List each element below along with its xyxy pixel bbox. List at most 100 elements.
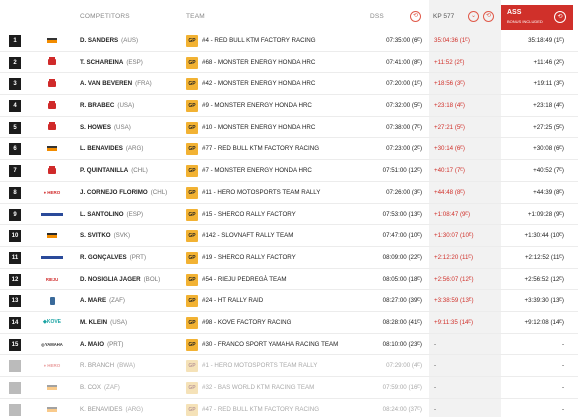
- team-name[interactable]: #7 - MONSTER ENERGY HONDA HRC: [202, 167, 312, 174]
- competitor-name[interactable]: R. GONÇALVES (PRT): [80, 254, 146, 261]
- team-name[interactable]: #19 - SHERCO RALLY FACTORY: [202, 254, 296, 261]
- competitor-name[interactable]: S. HOWES (USA): [80, 124, 131, 131]
- sherco-logo: [40, 251, 64, 264]
- sherco-logo: [40, 208, 64, 221]
- team-name[interactable]: #1 - HERO MOTOSPORTS TEAM RALLY: [202, 362, 317, 369]
- competitor-name-text: R. BRABEC: [80, 102, 115, 110]
- competitor-name[interactable]: T. SCHAREINA (ESP): [80, 59, 143, 66]
- table-row[interactable]: 3 A. VAN BEVEREN (FRA) GP #42 - MONSTER ENER…: [0, 73, 578, 96]
- competitor-name[interactable]: A. VAN BEVEREN (FRA): [80, 80, 152, 87]
- table-row[interactable]: 2 T. SCHAREINA (ESP) GP #68 - MONSTER ENERGY…: [0, 52, 578, 74]
- position-badge: 3: [9, 78, 21, 91]
- category-badge: GP: [186, 208, 198, 221]
- team-name[interactable]: #9 - MONSTER ENERGY HONDA HRC: [202, 102, 312, 109]
- competitor-name-text: S. SVITKO: [80, 232, 111, 240]
- ass-time: +30:08 (6ᴱ): [533, 145, 564, 153]
- hero-logo: ♦ HERO: [43, 189, 61, 195]
- competitor-country: (AUS): [121, 37, 139, 44]
- table-row[interactable]: 1 D. SANDERS (AUS) GP #4 - RED BULL KTM FACT…: [0, 30, 578, 52]
- competitor-name[interactable]: D. SANDERS (AUS): [80, 37, 138, 44]
- competitor-country: (CHL): [150, 188, 168, 196]
- category-badge: GP: [186, 230, 198, 243]
- red-bull-ktm-logo: [40, 381, 64, 394]
- table-row[interactable]: 8 ♦ HERO J. CORNEJO FLORIMO (CHL) GP #11 - HE…: [0, 182, 578, 204]
- table-row[interactable]: 9 L. SANTOLINO (ESP) GP #15 - SHERCO RALLY F…: [0, 204, 578, 226]
- dss-sort-icon[interactable]: ⟲: [410, 11, 421, 22]
- dss-time: 08:09:00 (22ᴱ): [382, 253, 422, 261]
- competitor-name[interactable]: L. BENAVIDES (ARG): [80, 145, 143, 152]
- table-row[interactable]: 14 ◆KOVE M. KLEIN (USA) GP #98 - KOVE FACTORY…: [0, 312, 578, 334]
- competitor-name[interactable]: P. QUINTANILLA (CHL): [80, 167, 148, 174]
- competitor-country: (ZAF): [109, 297, 125, 305]
- kp-time: +9:11:35 (14ᴱ): [434, 318, 474, 326]
- table-row[interactable]: 6 L. BENAVIDES (ARG) GP #77 - RED BULL KTM F…: [0, 138, 578, 161]
- chevron-down-icon[interactable]: ⌄: [468, 11, 479, 22]
- competitor-country: (ZAF): [103, 384, 120, 391]
- table-row[interactable]: 5 S. HOWES (USA) GP #10 - MONSTER ENERGY HON…: [0, 117, 578, 139]
- competitor-name[interactable]: J. CORNEJO FLORIMO (CHL): [80, 189, 167, 196]
- competitor-name[interactable]: B. COX (ZAF): [80, 384, 120, 391]
- competitor-name-text: D. SANDERS: [80, 37, 119, 44]
- category-badge: GP: [186, 143, 198, 156]
- competitor-name[interactable]: R. BRANCH (BWA): [80, 362, 135, 369]
- category-badge: GP: [186, 165, 198, 178]
- competitor-name-text: A. MARE: [80, 297, 107, 305]
- team-name[interactable]: #32 - BAS WORLD KTM RACING TEAM: [202, 384, 314, 391]
- team-name[interactable]: #77 - RED BULL KTM FACTORY RACING: [202, 145, 319, 152]
- team-name[interactable]: #98 - KOVE FACTORY RACING: [202, 319, 291, 326]
- competitor-name[interactable]: L. SANTOLINO (ESP): [80, 211, 143, 218]
- team-name[interactable]: #15 - SHERCO RALLY FACTORY: [202, 211, 296, 218]
- kp-time: +18:56 (3ᴱ): [434, 80, 465, 88]
- kp-sort-icon[interactable]: ⟲: [483, 11, 494, 22]
- kp-time: +44:48 (8ᴱ): [434, 188, 465, 196]
- competitor-name[interactable]: A. MAIO (PRT): [80, 341, 123, 348]
- table-row[interactable]: K. BENAVIDES (ARG) GP #47 - RED BULL KTM FA…: [0, 399, 578, 417]
- team-name[interactable]: #11 - HERO MOTOSPORTS TEAM RALLY: [202, 189, 320, 196]
- team-name[interactable]: #68 - MONSTER ENERGY HONDA HRC: [202, 59, 315, 66]
- table-row[interactable]: 4 R. BRABEC (USA) GP #9 - MONSTER ENERGY HON…: [0, 95, 578, 117]
- competitor-name[interactable]: K. BENAVIDES (ARG): [80, 406, 143, 413]
- kp-time: +1:08:47 (9ᴱ): [434, 210, 471, 218]
- team-name[interactable]: #30 - FRANCO SPORT YAMAHA RACING TEAM: [202, 341, 338, 348]
- kp-time: +2:56:07 (12ᴱ): [434, 275, 474, 283]
- competitor-name[interactable]: R. BRABEC (USA): [80, 102, 134, 109]
- yamaha-logo: ◎YAMAHA: [41, 341, 63, 347]
- team-name[interactable]: #4 - RED BULL KTM FACTORY RACING: [202, 37, 316, 44]
- table-row[interactable]: 12 RIEJU D. NOSIGLIA JAGER (BOL) GP #54 - RIE…: [0, 269, 578, 291]
- position-badge: 8: [9, 186, 21, 199]
- team-header: TEAM: [186, 13, 205, 20]
- competitor-name[interactable]: D. NOSIGLIA JAGER (BOL): [80, 276, 160, 283]
- competitor-name[interactable]: S. SVITKO (SVK): [80, 232, 130, 239]
- table-row[interactable]: ♦ HERO R. BRANCH (BWA) GP #1 - HERO MOTOSPOR…: [0, 355, 578, 377]
- ass-time: -: [561, 405, 564, 413]
- kp-time: -: [434, 362, 437, 370]
- category-badge: GP: [186, 251, 198, 264]
- table-row[interactable]: 7 P. QUINTANILLA (CHL) GP #7 - MONSTER ENERG…: [0, 160, 578, 182]
- position-badge: 2: [9, 56, 21, 69]
- ass-sort-icon[interactable]: ⟲: [554, 11, 566, 23]
- table-row[interactable]: 11 R. GONÇALVES (PRT) GP #19 - SHERCO RALLY …: [0, 247, 578, 269]
- ass-time: -: [561, 340, 564, 348]
- team-name[interactable]: #142 - SLOVNAFT RALLY TEAM: [202, 232, 293, 239]
- team-name[interactable]: #42 - MONSTER ENERGY HONDA HRC: [202, 80, 315, 87]
- team-name[interactable]: #54 - RIEJU PEDREGÀ TEAM: [202, 276, 286, 283]
- competitor-name-text: A. MAIO: [80, 340, 105, 348]
- competitor-name[interactable]: M. KLEIN (USA): [80, 319, 127, 326]
- competitor-country: (CHL): [131, 167, 148, 175]
- table-row[interactable]: 13 A. MARE (ZAF) GP #24 - HT RALLY RAID 08:27…: [0, 290, 578, 312]
- table-row[interactable]: 10 S. SVITKO (SVK) GP #142 - SLOVNAFT RALLY …: [0, 225, 578, 247]
- ass-time: +1:09:28 (9ᴱ): [527, 210, 564, 218]
- ass-header: ASS BONUS INCLUDED ⟲: [501, 5, 573, 30]
- red-bull-ktm-logo: [40, 142, 64, 155]
- team-name[interactable]: #47 - RED BULL KTM FACTORY RACING: [202, 406, 319, 413]
- position-badge: 6: [9, 143, 21, 156]
- table-row[interactable]: 15 ◎YAMAHA A. MAIO (PRT) GP #30 - FRANCO SPOR…: [0, 334, 578, 356]
- kp-time: +27:21 (5ᴱ): [434, 123, 465, 131]
- team-name[interactable]: #10 - MONSTER ENERGY HONDA HRC: [202, 124, 315, 131]
- competitor-name[interactable]: A. MARE (ZAF): [80, 297, 125, 304]
- team-name[interactable]: #24 - HT RALLY RAID: [202, 297, 263, 304]
- table-row[interactable]: B. COX (ZAF) GP #32 - BAS WORLD KTM RACING …: [0, 377, 578, 399]
- position-badge: 15: [9, 338, 21, 351]
- dss-time: 07:51:00 (12ᴱ): [382, 167, 422, 175]
- competitor-name-text: S. HOWES: [80, 123, 111, 131]
